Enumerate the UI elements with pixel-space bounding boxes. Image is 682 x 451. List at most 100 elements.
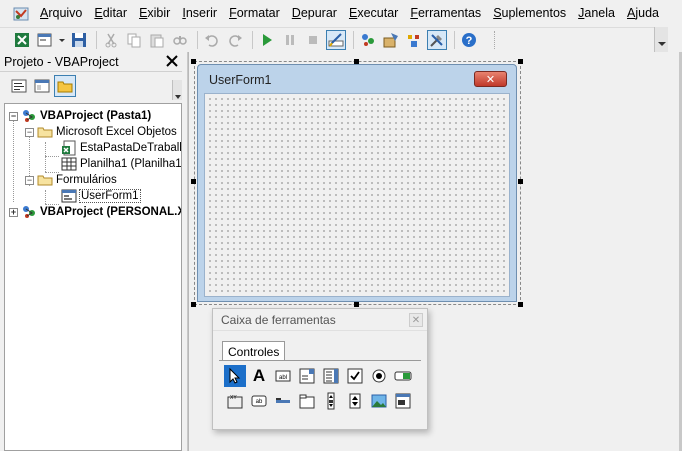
cut-icon[interactable] [101, 30, 121, 50]
tree-item-formularios[interactable]: − Formulários [25, 172, 117, 188]
project-explorer-panel: Projeto - VBAProject − VBAProject (Pasta… [0, 52, 182, 451]
properties-icon[interactable] [381, 30, 401, 50]
combobox-icon[interactable] [296, 365, 318, 387]
tree-item-vbaproject-personal[interactable]: + VBAProject (PERSONAL.XLSB) [9, 204, 181, 220]
expand-icon[interactable]: + [9, 207, 18, 217]
folder-icon [37, 124, 53, 140]
tree-item-vbaproject-pasta1[interactable]: − VBAProject (Pasta1) [9, 108, 151, 124]
excel-icon[interactable] [12, 30, 32, 50]
menu-exibir[interactable]: Exibir [133, 0, 176, 27]
toolbar-separator [197, 31, 198, 49]
menu-editar[interactable]: Editar [88, 0, 133, 27]
userform-canvas[interactable] [204, 93, 510, 297]
tab-controles[interactable]: Controles [222, 341, 286, 361]
dropdown-arrow-icon[interactable] [58, 30, 66, 50]
menu-inserir[interactable]: Inserir [176, 0, 223, 27]
toolbox-icon[interactable] [427, 30, 447, 50]
tree-item-planilha1[interactable]: Planilha1 (Planilha1) [61, 156, 182, 172]
menu-executar[interactable]: Executar [343, 0, 404, 27]
view-code-icon[interactable] [8, 75, 30, 97]
toolbar-options-icon[interactable] [654, 27, 668, 52]
vba-project-icon [21, 108, 37, 124]
userform-window[interactable]: UserForm1 ✕ [197, 64, 517, 302]
tree-item-userform1[interactable]: UserForm1 [61, 188, 141, 204]
svg-text:?: ? [466, 35, 473, 47]
close-icon[interactable] [164, 53, 180, 69]
listbox-icon[interactable] [320, 365, 342, 387]
userform-icon [61, 188, 77, 204]
tree-item-label: Microsoft Excel Objetos [56, 126, 177, 138]
label-tool-glyph: A [252, 366, 266, 385]
resize-handle-right[interactable] [518, 179, 523, 184]
break-icon[interactable] [280, 30, 300, 50]
image-icon[interactable] [368, 390, 390, 412]
collapse-icon[interactable]: − [25, 127, 34, 137]
select-objects-icon[interactable] [224, 365, 246, 387]
object-browser-icon[interactable] [404, 30, 424, 50]
tree-item-excel-objetos[interactable]: − Microsoft Excel Objetos [25, 124, 177, 140]
resize-handle-tl[interactable] [191, 59, 196, 64]
tree-item-estapastadetrabalho[interactable]: EstaPastaDeTrabalho [61, 140, 181, 156]
menu-janela[interactable]: Janela [572, 0, 621, 27]
toolbox-close-button[interactable]: ✕ [409, 313, 423, 327]
collapse-icon[interactable]: − [25, 175, 34, 185]
resize-handle-bl[interactable] [191, 302, 196, 307]
worksheet-icon [61, 156, 77, 172]
menu-depurar[interactable]: Depurar [286, 0, 343, 27]
reset-icon[interactable] [303, 30, 323, 50]
multipage-icon[interactable] [296, 390, 318, 412]
commandbutton-icon[interactable]: ab [248, 390, 270, 412]
find-icon[interactable] [170, 30, 190, 50]
view-object-icon[interactable] [31, 75, 53, 97]
menu-suplementos[interactable]: Suplementos [487, 0, 572, 27]
textbox-icon[interactable]: abl [272, 365, 294, 387]
tabstrip-icon[interactable] [272, 390, 294, 412]
tree-connector [45, 190, 46, 204]
collapse-icon[interactable]: − [9, 111, 18, 121]
toggle-folders-icon[interactable] [54, 75, 76, 97]
resize-handle-br[interactable] [518, 302, 523, 307]
frame-icon[interactable]: XY [224, 390, 246, 412]
design-mode-icon[interactable] [326, 30, 346, 50]
resize-handle-bottom[interactable] [354, 302, 359, 307]
menu-formatar[interactable]: Formatar [223, 0, 286, 27]
run-icon[interactable] [257, 30, 277, 50]
toolbar-separator [353, 31, 354, 49]
help-icon[interactable]: ? [459, 30, 479, 50]
standard-toolbar: ? [0, 27, 668, 52]
toolbar-separator [96, 31, 97, 49]
toolbox-controls-panel: A abl XY ab [219, 360, 421, 425]
vba-app-icon[interactable] [12, 5, 30, 23]
paste-icon[interactable] [147, 30, 167, 50]
label-icon[interactable]: A [248, 365, 270, 387]
userform-close-button[interactable]: ✕ [474, 71, 507, 87]
scrollbar-icon[interactable] [320, 390, 342, 412]
project-explorer-icon[interactable] [358, 30, 378, 50]
tree-connector [45, 142, 46, 172]
optionbutton-icon[interactable] [368, 365, 390, 387]
menu-arquivo[interactable]: Arquivo [34, 0, 88, 27]
svg-text:ab: ab [256, 399, 263, 405]
workbook-icon [61, 140, 77, 156]
redo-icon[interactable] [225, 30, 245, 50]
undo-icon[interactable] [202, 30, 222, 50]
tree-item-label: Planilha1 (Planilha1) [80, 158, 182, 170]
menu-ajuda[interactable]: Ajuda [621, 0, 665, 27]
menu-bar: Arquivo Editar Exibir Inserir Formatar D… [0, 0, 682, 27]
toolbar-fill [494, 31, 664, 49]
save-icon[interactable] [69, 30, 89, 50]
insert-userform-icon[interactable] [35, 30, 55, 50]
toolbar-options-icon[interactable] [172, 80, 182, 100]
checkbox-icon[interactable] [344, 365, 366, 387]
refedit-icon[interactable] [392, 390, 414, 412]
copy-icon[interactable] [124, 30, 144, 50]
toolbox-titlebar[interactable]: Caixa de ferramentas [213, 309, 427, 331]
tree-connector [13, 118, 14, 202]
spinbutton-icon[interactable] [344, 390, 366, 412]
tree-item-label: VBAProject (PERSONAL.XLSB) [40, 206, 181, 218]
resize-handle-tr[interactable] [518, 59, 523, 64]
togglebutton-icon[interactable] [392, 365, 414, 387]
resize-handle-left[interactable] [191, 179, 196, 184]
project-explorer-header: Projeto - VBAProject [0, 52, 182, 72]
menu-ferramentas[interactable]: Ferramentas [404, 0, 487, 27]
